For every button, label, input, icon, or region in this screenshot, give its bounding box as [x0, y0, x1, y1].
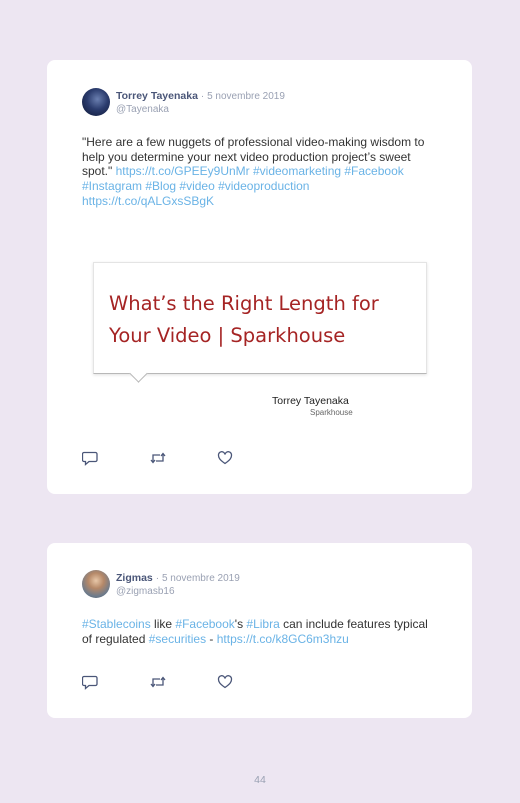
- tweet-date[interactable]: 5 novembre 2019: [162, 573, 240, 584]
- tweet-card: Zigmas · 5 novembre 2019 @zigmasb16 #Sta…: [47, 543, 472, 718]
- separator: ·: [155, 573, 160, 584]
- author-name[interactable]: Torrey Tayenaka: [116, 90, 198, 102]
- tweet-date[interactable]: 5 novembre 2019: [207, 91, 285, 102]
- heart-icon[interactable]: [217, 450, 235, 466]
- hashtag-link[interactable]: #Stablecoins: [82, 617, 151, 631]
- author-handle[interactable]: @Tayenaka: [116, 104, 169, 115]
- preview-author: Torrey Tayenaka: [272, 395, 349, 407]
- tweet-text-segment: 's: [234, 617, 247, 631]
- hashtag-link[interactable]: #securities: [149, 632, 206, 646]
- tweet-links[interactable]: https://t.co/GPEEy9UnMr #videomarketing …: [82, 164, 404, 207]
- preview-org: Sparkhouse: [310, 408, 353, 417]
- tweet-text-segment: -: [206, 631, 217, 646]
- retweet-icon[interactable]: [149, 674, 167, 690]
- link-preview-title: What’s the Right Length for Your Video |…: [109, 292, 379, 347]
- page-number: 44: [254, 774, 266, 786]
- preview-pointer: [129, 364, 148, 383]
- hashtag-link[interactable]: #Libra: [246, 617, 279, 631]
- retweet-icon[interactable]: [149, 450, 167, 466]
- tweet-text-segment: like: [150, 617, 176, 631]
- author-handle[interactable]: @zigmasb16: [116, 586, 175, 597]
- link-preview-card[interactable]: What’s the Right Length for Your Video |…: [93, 262, 427, 383]
- url-link[interactable]: https://t.co/k8GC6m3hzu: [217, 632, 349, 646]
- hashtag-link[interactable]: #Facebook: [175, 617, 234, 631]
- reply-icon[interactable]: [82, 450, 100, 466]
- avatar[interactable]: [82, 570, 110, 598]
- heart-icon[interactable]: [217, 674, 235, 690]
- separator: ·: [200, 91, 205, 102]
- tweet-text: "Here are a few nuggets of professional …: [82, 135, 437, 209]
- tweet-text: #Stablecoins like #Facebook's #Libra can…: [82, 617, 437, 646]
- tweet-actions: [82, 450, 252, 466]
- author-name[interactable]: Zigmas: [116, 572, 153, 584]
- tweet-actions: [82, 674, 252, 690]
- tweet-card: Torrey Tayenaka · 5 novembre 2019 @Tayen…: [47, 60, 472, 494]
- avatar[interactable]: [82, 88, 110, 116]
- reply-icon[interactable]: [82, 674, 100, 690]
